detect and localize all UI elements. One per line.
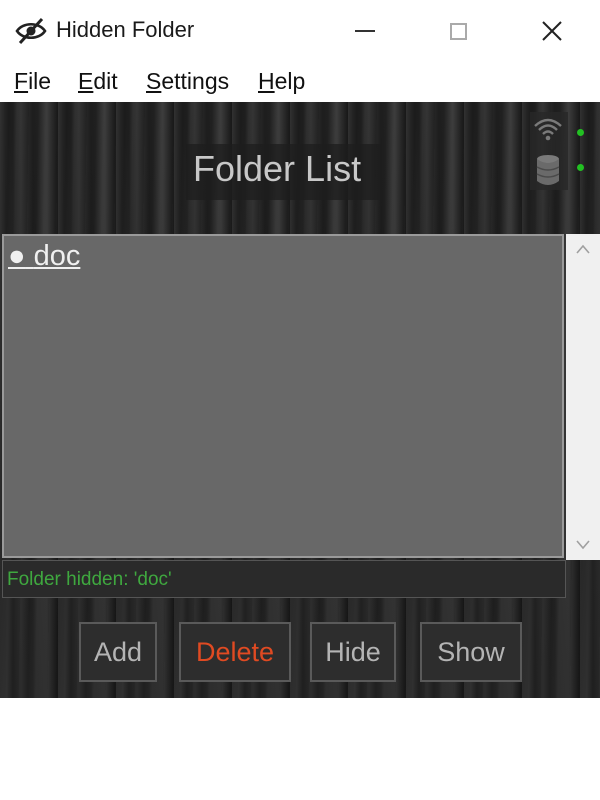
hide-button[interactable]: Hide: [310, 622, 396, 682]
menu-help[interactable]: Help: [258, 68, 305, 95]
list-item[interactable]: ● doc: [8, 240, 80, 273]
minimize-button[interactable]: [317, 0, 413, 62]
folder-list[interactable]: ● doc: [2, 234, 564, 558]
menu-file-label: ile: [28, 68, 52, 94]
page-title: Folder List: [193, 148, 362, 189]
window-title: Hidden Folder: [56, 17, 195, 42]
status-message: Folder hidden: 'doc': [7, 569, 172, 590]
menu-edit-label: dit: [93, 68, 118, 94]
app-window: Hidden Folder File Edit Settings Help Fo…: [0, 0, 600, 698]
minimize-icon: [355, 30, 375, 32]
chevron-down-icon[interactable]: [576, 540, 590, 550]
menu-bar: File Edit Settings Help: [0, 62, 600, 102]
database-status-led: [577, 164, 584, 171]
menu-edit[interactable]: Edit: [78, 68, 118, 95]
list-bullet: ●: [8, 240, 26, 272]
list-scrollbar[interactable]: [566, 234, 600, 560]
wifi-status-led: [577, 129, 584, 136]
menu-file-accelerator: F: [14, 68, 29, 94]
menu-edit-accelerator: E: [78, 68, 94, 94]
wifi-icon: [534, 118, 562, 141]
chevron-up-icon[interactable]: [576, 244, 590, 254]
menu-settings[interactable]: Settings: [146, 68, 229, 95]
close-icon: [542, 21, 562, 41]
menu-file[interactable]: File: [14, 68, 51, 95]
eye-slash-icon: [15, 17, 47, 45]
add-button[interactable]: Add: [79, 622, 157, 682]
menu-help-accelerator: H: [258, 68, 275, 94]
database-icon: [536, 155, 560, 185]
folder-name: doc: [33, 240, 81, 272]
close-button[interactable]: [504, 0, 600, 62]
menu-help-label: elp: [274, 68, 306, 94]
delete-button[interactable]: Delete: [179, 622, 291, 682]
maximize-icon: [449, 22, 467, 40]
status-bar: Folder hidden: 'doc': [2, 560, 566, 598]
menu-settings-accelerator: S: [146, 68, 162, 94]
maximize-button[interactable]: [410, 0, 506, 62]
show-button[interactable]: Show: [420, 622, 522, 682]
title-bar[interactable]: Hidden Folder: [0, 0, 600, 62]
menu-settings-label: ettings: [161, 68, 230, 94]
